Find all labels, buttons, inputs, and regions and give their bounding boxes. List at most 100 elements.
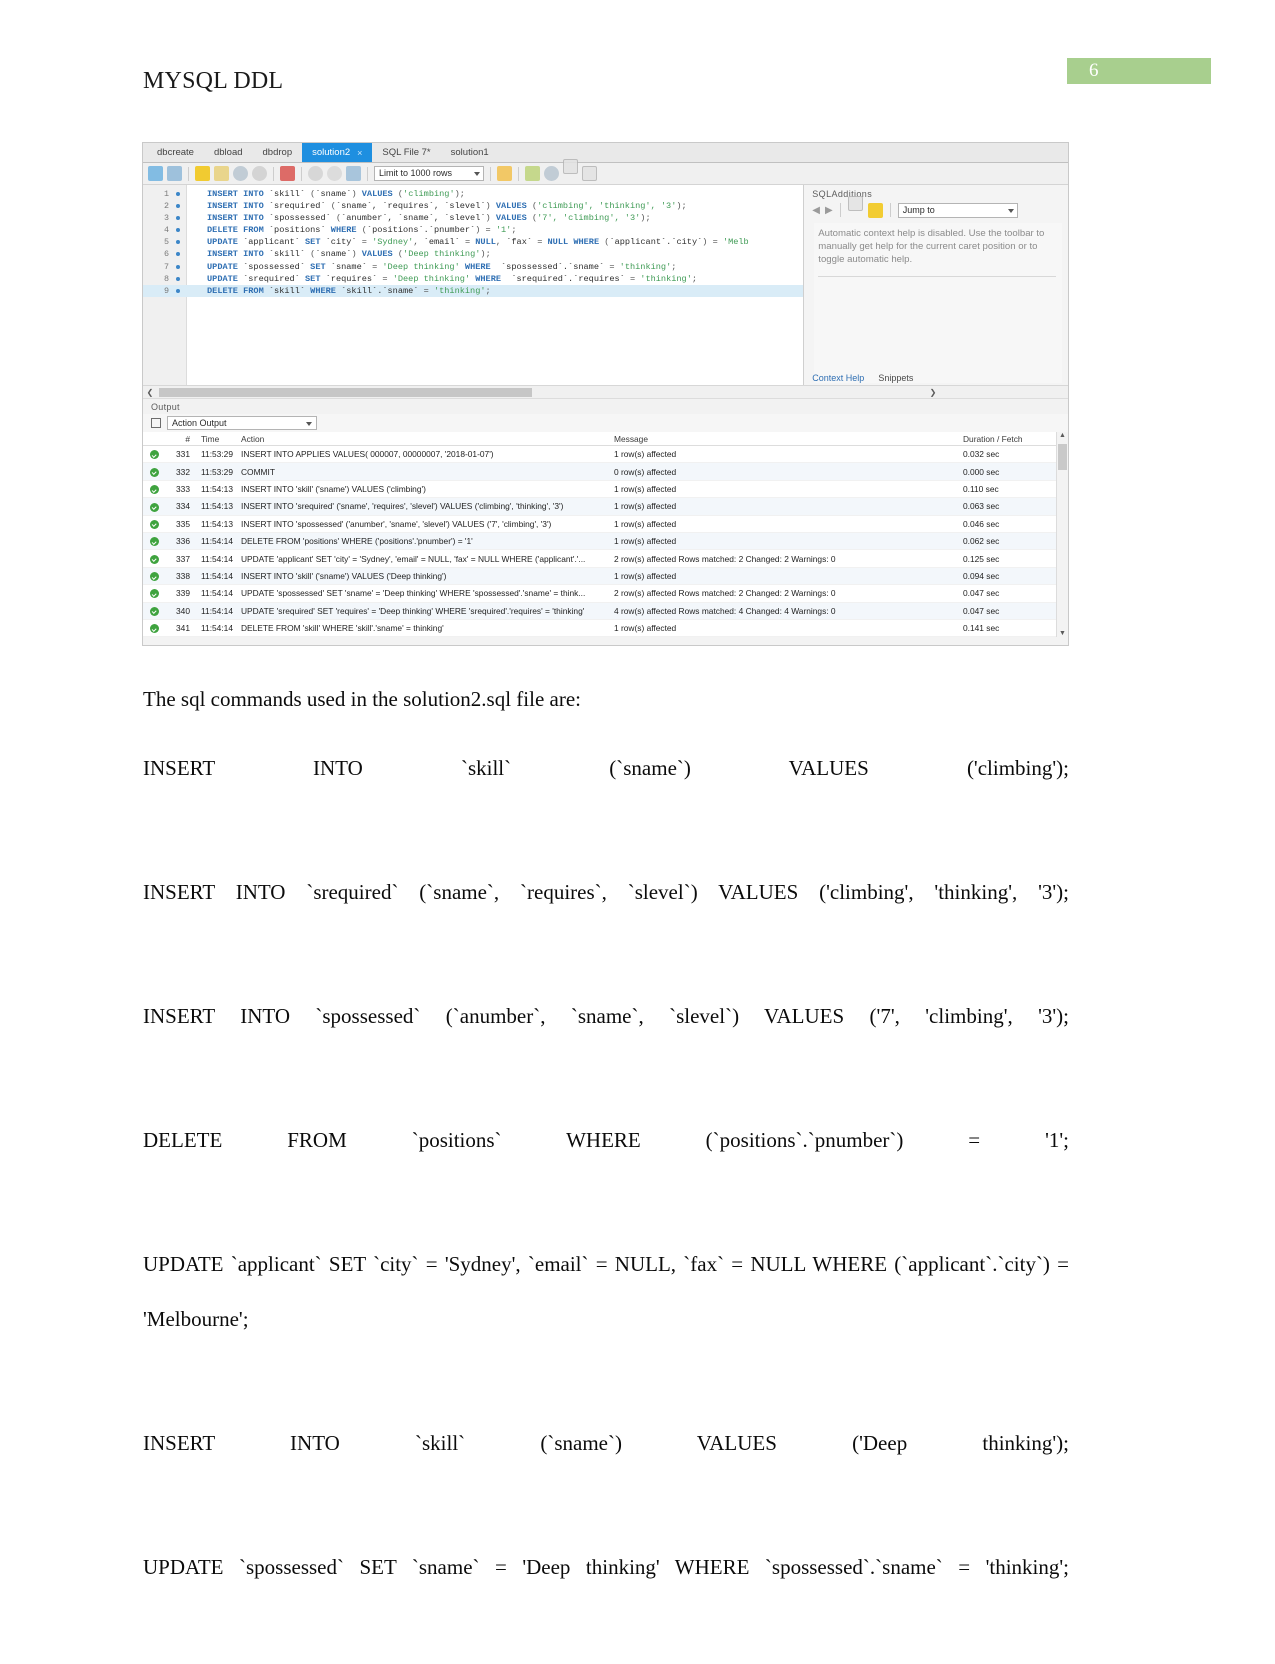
row-time: 11:54:13 bbox=[201, 518, 233, 529]
auto-help-toggle-icon[interactable] bbox=[867, 202, 883, 218]
header-duration: Duration / Fetch bbox=[963, 433, 1023, 444]
table-row[interactable]: 335 11:54:13 INSERT INTO 'spossessed' ('an… bbox=[143, 516, 1068, 533]
status-success-icon bbox=[143, 623, 165, 634]
commit-icon[interactable] bbox=[308, 166, 323, 181]
table-row[interactable]: 331 11:53:29 INSERT INTO APPLIES VALUES( 0… bbox=[143, 446, 1068, 464]
explain-magnifier-icon[interactable] bbox=[233, 166, 248, 181]
editor-tab-dbdrop[interactable]: dbdrop bbox=[253, 143, 303, 162]
scroll-up-icon[interactable]: ▲ bbox=[1059, 432, 1066, 439]
breakpoint-dot-icon[interactable] bbox=[176, 288, 180, 293]
row-limit-select[interactable]: Limit to 1000 rows bbox=[374, 166, 484, 181]
editor-tab-sql-file-7[interactable]: SQL File 7* bbox=[372, 143, 440, 162]
status-success-icon bbox=[143, 536, 165, 547]
close-icon[interactable]: × bbox=[357, 148, 362, 158]
scroll-down-icon[interactable]: ▼ bbox=[1059, 630, 1066, 637]
table-row[interactable]: 341 11:54:14 DELETE FROM 'skill' WHERE 'sk… bbox=[143, 620, 1068, 638]
scroll-right-icon[interactable]: ❯ bbox=[926, 388, 940, 397]
row-message: 1 row(s) affected bbox=[614, 501, 677, 512]
breakpoint-dot-icon[interactable] bbox=[176, 216, 180, 221]
code-token: `anumber`, `sname`, `slevel` bbox=[341, 213, 486, 224]
row-duration: 0.062 sec bbox=[963, 536, 1000, 547]
breakpoint-dot-icon[interactable] bbox=[176, 192, 180, 196]
execute-current-bolt-icon[interactable] bbox=[214, 166, 229, 181]
clear-brush-icon[interactable] bbox=[525, 166, 540, 181]
context-help-text: Automatic context help is disabled. Use … bbox=[818, 228, 1045, 265]
sql-code-editor[interactable]: 1 INSERT INTO `skill` (`sname`) VALUES ('… bbox=[143, 185, 805, 385]
editor-tab-solution1[interactable]: solution1 bbox=[441, 143, 499, 162]
editor-tab-dbcreate[interactable]: dbcreate bbox=[147, 143, 204, 162]
breakpoint-dot-icon[interactable] bbox=[176, 228, 180, 233]
table-row[interactable]: 339 11:54:14 UPDATE 'spossessed' SET 'snam… bbox=[143, 585, 1068, 603]
output-type-value: Action Output bbox=[172, 418, 227, 428]
breakpoint-dot-icon[interactable] bbox=[176, 264, 180, 269]
line-number: 9 bbox=[163, 285, 169, 296]
editor-horizontal-scrollbar[interactable]: ❮ ❯ bbox=[143, 385, 1068, 398]
toggle-record-icon[interactable] bbox=[280, 166, 295, 181]
back-arrow-icon[interactable]: ◀ bbox=[812, 205, 820, 216]
table-row[interactable]: 336 11:54:14 DELETE FROM 'positions' WHERE… bbox=[143, 532, 1068, 551]
editor-tab-solution2[interactable]: solution2 × bbox=[302, 143, 373, 162]
code-token: = bbox=[464, 237, 476, 248]
editor-tab-dbload[interactable]: dbload bbox=[204, 143, 253, 162]
mysql-workbench-screenshot: dbcreate dbload dbdrop solution2 × SQL File 7… bbox=[142, 142, 1069, 646]
stop-icon[interactable] bbox=[252, 166, 267, 181]
invisible-chars-icon[interactable] bbox=[563, 159, 578, 174]
tab-label: dbcreate bbox=[157, 147, 194, 158]
code-token: = bbox=[361, 237, 373, 248]
row-duration: 0.032 sec bbox=[963, 449, 1000, 460]
code-token: 'Deep thinking' bbox=[382, 261, 465, 272]
code-line: 5 UPDATE `applicant` SET `city` = 'Sydney… bbox=[143, 236, 803, 248]
table-row[interactable]: 337 11:54:14 UPDATE 'applicant' SET 'city'… bbox=[143, 550, 1068, 568]
code-token: VALUES bbox=[495, 213, 532, 224]
code-token: `requires` bbox=[325, 273, 383, 284]
header-action: Action bbox=[241, 433, 265, 444]
table-row[interactable]: 332 11:53:29 COMMIT 0 row(s) affected 0.000 … bbox=[143, 463, 1068, 481]
code-token: INSERT INTO bbox=[207, 189, 269, 199]
scrollbar-thumb[interactable] bbox=[159, 388, 532, 397]
table-row[interactable]: 340 11:54:14 UPDATE 'srequired' SET 'requi… bbox=[143, 602, 1068, 620]
open-folder-icon[interactable] bbox=[148, 166, 163, 181]
code-token: `spossessed` bbox=[268, 213, 336, 224]
context-help-icon[interactable] bbox=[847, 195, 863, 211]
table-row[interactable]: 333 11:54:13 INSERT INTO 'skill' ('sname')… bbox=[143, 481, 1068, 499]
breakpoint-dot-icon[interactable] bbox=[176, 204, 180, 209]
row-time: 11:54:14 bbox=[201, 553, 233, 564]
row-number: 336 bbox=[176, 536, 190, 547]
row-duration: 0.110 sec bbox=[963, 483, 999, 494]
breakpoint-dot-icon[interactable] bbox=[176, 276, 180, 281]
row-duration: 0.047 sec bbox=[963, 588, 1000, 599]
table-row[interactable]: 338 11:54:14 INSERT INTO 'skill' ('sname')… bbox=[143, 567, 1068, 586]
find-magnifier-icon[interactable] bbox=[544, 166, 559, 181]
output-vertical-scrollbar[interactable]: ▲ ▼ bbox=[1056, 432, 1068, 638]
breakpoint-dot-icon[interactable] bbox=[176, 240, 180, 245]
row-number: 339 bbox=[176, 588, 190, 599]
execute-bolt-icon[interactable] bbox=[195, 166, 210, 181]
beautify-star-icon[interactable] bbox=[497, 166, 512, 181]
code-token: WHERE bbox=[464, 261, 496, 272]
line-number: 1 bbox=[163, 189, 169, 199]
row-message: 2 row(s) affected Rows matched: 2 Change… bbox=[614, 588, 836, 599]
line-number: 2 bbox=[163, 201, 169, 212]
tab-snippets[interactable]: Snippets bbox=[878, 373, 913, 383]
sql-code-lines: 1 INSERT INTO `skill` (`sname`) VALUES ('… bbox=[143, 188, 804, 297]
code-token: WHERE bbox=[330, 225, 362, 236]
tab-context-help[interactable]: Context Help bbox=[812, 373, 864, 383]
table-row[interactable]: 334 11:54:13 INSERT INTO 'srequired' ('sna… bbox=[143, 498, 1068, 516]
output-type-select[interactable]: Action Output bbox=[167, 416, 317, 430]
scrollbar-thumb[interactable] bbox=[1058, 444, 1067, 470]
save-icon[interactable] bbox=[167, 166, 182, 181]
row-action: UPDATE 'applicant' SET 'city' = 'Sydney'… bbox=[241, 553, 586, 564]
wrap-lines-icon[interactable] bbox=[582, 166, 597, 181]
jump-to-select[interactable]: Jump to bbox=[897, 202, 1018, 218]
code-token: `skill` bbox=[268, 249, 311, 260]
row-time: 11:54:14 bbox=[201, 605, 233, 616]
breakpoint-dot-icon[interactable] bbox=[176, 252, 180, 257]
scroll-left-icon[interactable]: ❮ bbox=[143, 388, 157, 397]
document-header: MYSQL DDL 6 bbox=[0, 0, 1275, 120]
chevron-down-icon bbox=[474, 172, 480, 176]
action-output-grid: # Time Action Message Duration / Fetch 3… bbox=[143, 432, 1068, 638]
code-token: `spossessed` bbox=[243, 261, 311, 272]
forward-arrow-icon[interactable]: ▶ bbox=[825, 205, 833, 216]
rollback-icon[interactable] bbox=[327, 166, 342, 181]
autocommit-icon[interactable] bbox=[346, 166, 361, 181]
